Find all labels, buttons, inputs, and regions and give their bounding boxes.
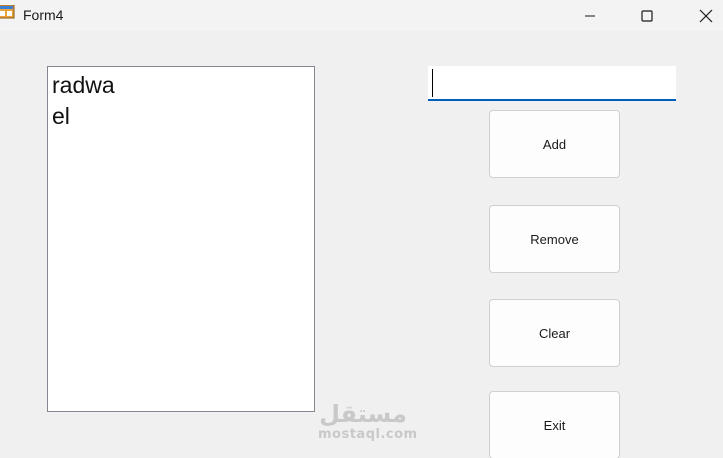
minimize-button[interactable] [567, 0, 613, 31]
watermark-arabic: مستقل [319, 400, 407, 428]
add-button[interactable]: Add [489, 110, 620, 178]
watermark-latin: mostaql.com [318, 427, 418, 442]
exit-button[interactable]: Exit [489, 391, 620, 458]
maximize-icon [641, 9, 653, 22]
items-listbox[interactable]: radwa el [47, 66, 315, 412]
list-item[interactable]: el [51, 101, 311, 132]
clear-button[interactable]: Clear [489, 299, 620, 367]
close-button[interactable] [683, 0, 723, 31]
remove-button[interactable]: Remove [489, 205, 620, 273]
item-input[interactable] [428, 66, 676, 101]
text-caret [432, 69, 433, 97]
minimize-icon [585, 15, 595, 16]
form-window: Form4 radwa el Add Remove Clear Exit مست… [0, 0, 723, 458]
maximize-button[interactable] [624, 0, 670, 31]
close-icon [699, 9, 713, 22]
app-icon [0, 5, 15, 19]
list-item[interactable]: radwa [51, 70, 311, 101]
title-bar[interactable]: Form4 [0, 0, 723, 31]
watermark: مستقل mostaql.com [318, 400, 418, 450]
window-title: Form4 [23, 7, 64, 23]
